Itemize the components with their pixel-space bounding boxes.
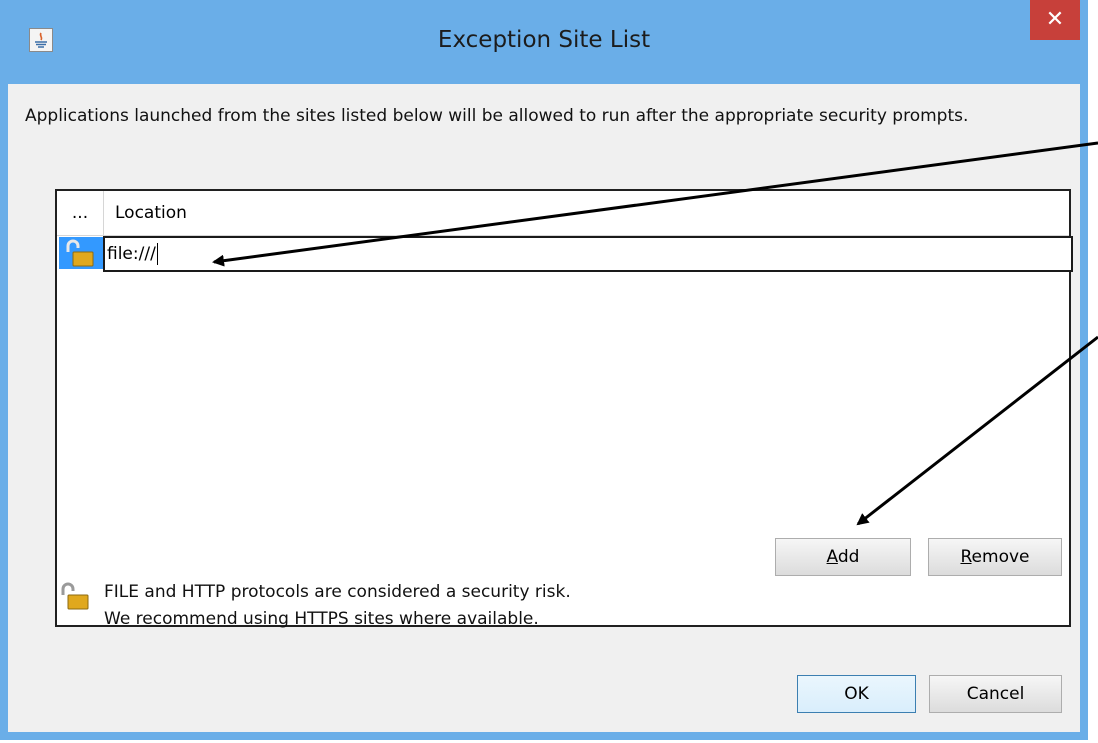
title-bar[interactable]: Exception Site List ✕ xyxy=(0,0,1088,84)
unlocked-padlock-icon xyxy=(61,582,89,610)
table-row[interactable]: file:/// xyxy=(57,236,1073,272)
remove-label-rest: emove xyxy=(971,547,1030,567)
text-caret xyxy=(156,243,158,265)
column-header-icon[interactable]: ... xyxy=(57,191,104,235)
cancel-button[interactable]: Cancel xyxy=(929,675,1062,713)
unlocked-padlock-icon xyxy=(66,239,94,267)
add-button[interactable]: Add xyxy=(775,538,911,576)
warning-line-2: We recommend using HTTPS sites where ava… xyxy=(104,609,539,629)
exception-site-table[interactable]: ... Location file:/// xyxy=(55,189,1073,627)
exception-site-list-dialog: Exception Site List ✕ Applications launc… xyxy=(0,0,1088,740)
remove-mnemonic: R xyxy=(960,547,972,567)
table-header: ... Location xyxy=(57,191,1069,236)
dialog-title: Exception Site List xyxy=(437,27,651,53)
column-header-location[interactable]: Location xyxy=(115,191,187,235)
remove-button[interactable]: Remove xyxy=(928,538,1062,576)
warning-line-1: FILE and HTTP protocols are considered a… xyxy=(104,582,571,602)
location-edit-field[interactable]: file:/// xyxy=(103,236,1073,272)
add-label-rest: dd xyxy=(837,547,860,567)
close-button[interactable]: ✕ xyxy=(1030,0,1080,40)
security-warning: FILE and HTTP protocols are considered a… xyxy=(104,579,571,633)
row-lock-cell xyxy=(59,237,103,269)
add-mnemonic: A xyxy=(826,547,838,567)
ok-button[interactable]: OK xyxy=(797,675,916,713)
dialog-body: Applications launched from the sites lis… xyxy=(8,84,1080,732)
description-text: Applications launched from the sites lis… xyxy=(25,106,969,126)
location-value: file:/// xyxy=(107,244,156,264)
